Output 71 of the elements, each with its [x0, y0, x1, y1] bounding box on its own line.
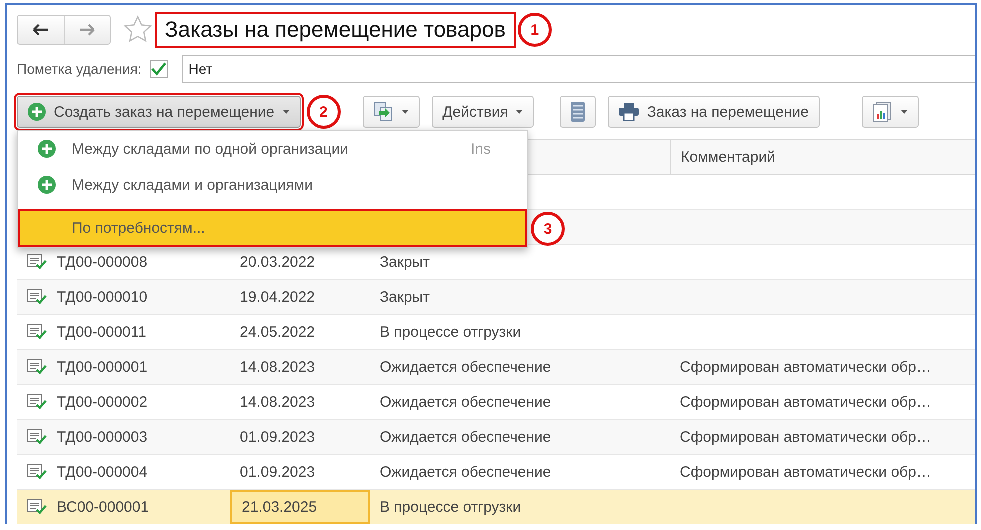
printer-icon [619, 103, 640, 121]
table-cell-text: Сформирован автоматически обр… [679, 358, 932, 378]
deletion-checkbox[interactable] [150, 60, 168, 78]
actions-button[interactable]: Действия [432, 96, 534, 128]
document-check-icon [27, 254, 47, 270]
document-check-icon [27, 464, 47, 480]
field-label: Пометка удаления: [17, 61, 142, 77]
table-cell-text: Ожидается обеспечение [379, 428, 552, 448]
callout-number: 1 [518, 13, 552, 47]
menu-item[interactable]: Между складами и организациями [18, 167, 527, 203]
report-icon [873, 102, 893, 122]
table-cell: ВС00-000001 [57, 498, 150, 516]
document-check-icon [27, 499, 47, 515]
table-cell-text: В процессе отгрузки [379, 322, 522, 342]
table-cell-text: Ожидается обеспечение [379, 358, 552, 378]
document-check-icon [27, 359, 47, 375]
table-cell-text: Закрыт [379, 288, 431, 308]
table-cell-text: 14.08.2023 [239, 358, 316, 378]
table-cell: ТД00-000002 [57, 394, 148, 410]
column-header: Комментарий [670, 140, 975, 174]
star-icon[interactable] [123, 15, 153, 45]
list-button[interactable] [560, 96, 596, 128]
caret-icon [516, 110, 524, 114]
table-cell-text: Сформирован автоматически обр… [679, 392, 932, 412]
table-cell-text: 01.09.2023 [239, 462, 316, 482]
value-field[interactable]: Нет [182, 55, 975, 83]
caret-icon [901, 110, 908, 114]
table-cell-text: В процессе отгрузки [379, 498, 522, 518]
copy-icon [374, 102, 394, 122]
table-cell-text: Сформирован автоматически обр… [679, 428, 932, 448]
copy-button[interactable] [362, 96, 420, 128]
table-row[interactable]: ТД00-000003 01.09.2023 Ожидается обеспечение Сформирован автоматически обр… [17, 420, 975, 455]
checkmark-icon [150, 62, 167, 76]
table-cell-text: 19.04.2022 [239, 288, 316, 308]
table-row[interactable]: ТД00-000001 14.08.2023 Ожидается обеспечение Сформирован автоматически обр… [17, 350, 975, 385]
table-row[interactable]: ВС00-000001 21.03.2025 В процессе отгрузки [17, 490, 975, 524]
table-cell: ТД00-000003 [57, 428, 148, 446]
menu-item[interactable]: Между складами по одной организации Ins [18, 131, 527, 167]
table-cell: ТД00-000011 [57, 324, 146, 340]
list-icon [571, 102, 586, 122]
document-check-icon [27, 289, 47, 305]
left-arrow-icon [32, 24, 49, 36]
table-cell-text: Закрыт [379, 252, 431, 272]
callout-number: 2 [306, 95, 341, 129]
shortcut-label: Ins [470, 140, 491, 158]
table-cell: 21.03.2025 [230, 490, 370, 524]
table-cell-text: 01.09.2023 [239, 428, 316, 448]
table-cell-text: 14.08.2023 [239, 392, 316, 412]
plus-icon [38, 140, 56, 158]
right-arrow-icon [79, 24, 96, 36]
window-title: Заказы на перемещение товаров [157, 14, 514, 46]
report-button[interactable] [862, 96, 919, 128]
plus-icon [28, 103, 46, 121]
table-cell: ТД00-000001 [57, 358, 148, 376]
table-cell: ТД00-000004 [57, 464, 148, 480]
table-cell-text: Ожидается обеспечение [379, 462, 552, 482]
table-row[interactable]: ТД00-000010 19.04.2022 Закрыт [17, 280, 975, 315]
table-cell-text: 20.03.2022 [239, 252, 316, 272]
caret-icon [282, 110, 290, 114]
table-cell-text: Ожидается обеспечение [379, 392, 552, 412]
caret-icon [402, 110, 409, 114]
create-button[interactable]: Создать заказ на перемещение [17, 96, 301, 128]
table-cell-text: Сформирован автоматически обр… [679, 462, 932, 482]
plus-icon [38, 176, 56, 194]
table-cell-text: 24.05.2022 [239, 322, 316, 342]
document-check-icon [27, 429, 47, 445]
table-cell: ТД00-000008 [57, 254, 148, 270]
print-button[interactable]: Заказ на перемещение [608, 96, 820, 128]
document-check-icon [27, 324, 47, 340]
document-check-icon [27, 394, 47, 410]
table-cell: ТД00-000010 [57, 288, 148, 306]
